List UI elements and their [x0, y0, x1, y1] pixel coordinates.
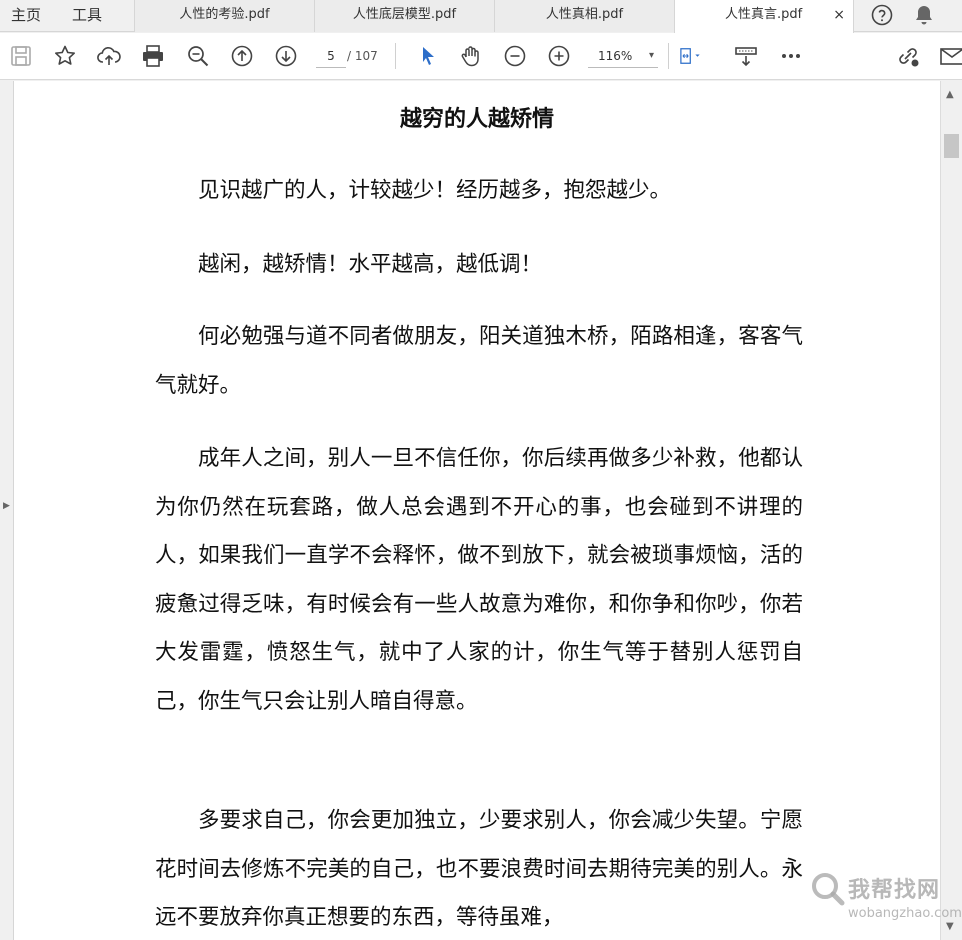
- watermark-magnifier-icon: [812, 873, 845, 906]
- nav-home-link[interactable]: 主页: [11, 0, 41, 32]
- save-icon[interactable]: [8, 43, 34, 69]
- more-options-icon[interactable]: [778, 43, 804, 69]
- toolbar-divider: [668, 43, 669, 69]
- chevron-down-icon: ▾: [648, 50, 654, 61]
- email-icon[interactable]: [938, 43, 962, 69]
- pdf-page: 越穷的人越矫情 见识越广的人，计较越少！经历越多，抱怨越少。 越闲，越矫情！水平…: [14, 81, 940, 940]
- paragraph: 成年人之间，别人一旦不信任你，你后续再做多少补救，他都认为你仍然在玩套路，做人总…: [155, 446, 803, 714]
- expand-arrow-icon: ▶: [3, 501, 10, 511]
- tab-label: 人性真相.pdf: [545, 7, 624, 22]
- zoom-in-icon[interactable]: [546, 43, 572, 69]
- watermark-text: 我帮找网: [848, 878, 941, 903]
- watermark-url: wobangzhao.com: [848, 906, 962, 921]
- paragraph: 何必勉强与道不同者做朋友，阳关道独木桥，陌路相逢，客客气气就好。: [155, 324, 803, 398]
- print-icon[interactable]: [140, 43, 166, 69]
- document-tab-active[interactable]: 人性真言.pdf ×: [674, 0, 854, 33]
- vertical-scrollbar[interactable]: ▲ ▼: [940, 81, 962, 940]
- read-mode-icon[interactable]: [733, 43, 759, 69]
- tab-label: 人性底层模型.pdf: [352, 7, 457, 22]
- tab-bar: 主页 工具 人性的考验.pdf 人性底层模型.pdf 人性真相.pdf 人性真言…: [0, 0, 962, 33]
- document-tab[interactable]: 人性的考验.pdf: [134, 0, 314, 32]
- toolbar: 5 / 107 116% ▾: [0, 33, 962, 80]
- tab-label: 人性真言.pdf: [725, 7, 803, 22]
- previous-page-icon[interactable]: [229, 43, 255, 69]
- toolbar-divider: [395, 43, 396, 69]
- document-tab[interactable]: 人性真相.pdf: [494, 0, 674, 32]
- page-total-label: / 107: [347, 49, 378, 63]
- scroll-up-arrow-icon[interactable]: ▲: [946, 89, 954, 100]
- tab-label: 人性的考验.pdf: [179, 7, 270, 22]
- zoom-level-select[interactable]: 116% ▾: [588, 44, 658, 68]
- watermark: 我帮找网 wobangzhao.com: [808, 868, 962, 936]
- paragraph: 越闲，越矫情！水平越高，越低调！: [198, 252, 543, 277]
- left-panel-toggle[interactable]: ▶: [0, 81, 14, 940]
- fit-page-icon[interactable]: [678, 43, 714, 69]
- nav-tools-link[interactable]: 工具: [72, 0, 102, 32]
- share-link-icon[interactable]: [895, 43, 921, 69]
- zoom-search-icon[interactable]: [185, 43, 211, 69]
- scrollbar-thumb[interactable]: [944, 134, 959, 158]
- document-heading: 越穷的人越矫情: [399, 107, 554, 132]
- paragraph: 多要求自己，你会更加独立，少要求别人，你会减少失望。宁愿花时间去修炼不完美的自己…: [155, 808, 803, 930]
- select-cursor-icon[interactable]: [415, 43, 441, 69]
- notification-bell-icon[interactable]: [912, 3, 936, 27]
- help-icon[interactable]: [870, 3, 894, 27]
- page-number-input[interactable]: 5: [316, 44, 346, 68]
- document-viewer: ▶ 越穷的人越矫情 见识越广的人，计较越少！经历越多，抱怨越少。 越闲，越矫情！…: [0, 81, 962, 940]
- next-page-icon[interactable]: [273, 43, 299, 69]
- hand-pan-icon[interactable]: [458, 43, 484, 69]
- zoom-level-value: 116%: [598, 49, 633, 63]
- paragraph: 见识越广的人，计较越少！经历越多，抱怨越少。: [198, 178, 672, 203]
- zoom-out-icon[interactable]: [502, 43, 528, 69]
- document-tab[interactable]: 人性底层模型.pdf: [314, 0, 494, 32]
- bookmark-star-icon[interactable]: [52, 43, 78, 69]
- close-tab-icon[interactable]: ×: [833, 0, 845, 30]
- upload-cloud-icon[interactable]: [96, 43, 122, 69]
